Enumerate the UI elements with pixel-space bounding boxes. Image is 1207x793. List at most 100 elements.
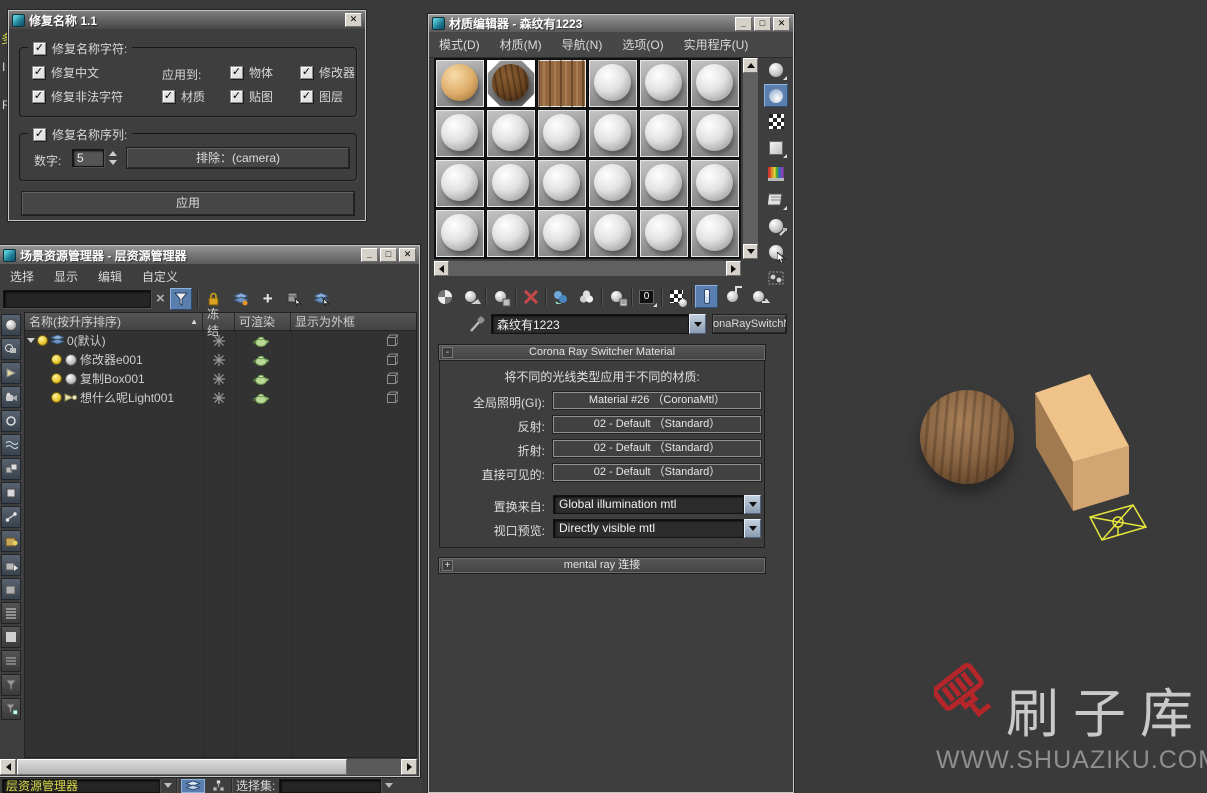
- filter-funnel-toggle-1[interactable]: [1, 674, 21, 696]
- slots-horizontal-scrollbar[interactable]: [434, 261, 741, 276]
- spinner-up-icon[interactable]: [109, 151, 117, 156]
- dropdown-arrow-button[interactable]: [744, 519, 761, 538]
- fix-sequence-checkbox[interactable]: ✓: [33, 128, 46, 141]
- sample-slot[interactable]: [690, 209, 740, 258]
- scroll-up-button[interactable]: [743, 58, 758, 73]
- viewport-preview-dropdown[interactable]: Directly visible mtl: [553, 519, 761, 538]
- node-name[interactable]: 想什么呢Light001: [80, 389, 174, 406]
- viewport-box-and-light[interactable]: [1020, 360, 1160, 545]
- get-material-button[interactable]: [433, 285, 456, 308]
- visibility-bulb-icon[interactable]: [37, 335, 48, 346]
- menu-customize[interactable]: 自定义: [142, 268, 178, 285]
- minimize-button[interactable]: _: [735, 17, 752, 31]
- display-containers-toggle[interactable]: [1, 530, 21, 552]
- dropdown-arrow-button[interactable]: [744, 495, 761, 514]
- display-shapes-toggle[interactable]: [1, 338, 21, 360]
- scrollbar-thumb[interactable]: [17, 759, 347, 775]
- maximize-button[interactable]: □: [380, 248, 397, 262]
- frozen-icon[interactable]: [213, 335, 225, 347]
- menu-utilities[interactable]: 实用程序(U): [684, 36, 749, 53]
- sample-slot[interactable]: [486, 209, 536, 258]
- node-name[interactable]: 复制Box001: [80, 370, 145, 387]
- frozen-icon[interactable]: [213, 373, 225, 385]
- add-to-layer-button[interactable]: +: [257, 288, 279, 310]
- layer-manager-button[interactable]: [181, 779, 205, 793]
- box-mode-icon[interactable]: [385, 353, 398, 366]
- sample-slot[interactable]: [486, 159, 536, 208]
- column-header-renderable[interactable]: 可渲染: [235, 313, 291, 330]
- scroll-right-button[interactable]: [726, 261, 741, 276]
- menu-navigation[interactable]: 导航(N): [562, 36, 603, 53]
- spinner-down-icon[interactable]: [109, 160, 117, 165]
- put-material-to-scene-button[interactable]: [459, 285, 482, 308]
- gi-material-button[interactable]: Material #26 （CoronaMtl）: [553, 392, 761, 409]
- material-name-dropdown[interactable]: 森纹有1223: [491, 314, 706, 334]
- column-header-box-mode[interactable]: 显示为外框: [291, 313, 416, 330]
- make-material-copy-button[interactable]: [549, 285, 572, 308]
- direct-visible-material-button[interactable]: 02 - Default （Standard）: [553, 464, 761, 481]
- visibility-bulb-icon[interactable]: [51, 373, 62, 384]
- expand-collapse-icon[interactable]: [27, 338, 35, 343]
- make-preview-button[interactable]: [764, 188, 788, 211]
- renderable-teapot-icon[interactable]: [253, 335, 269, 347]
- column-header-frozen[interactable]: 冻结: [203, 313, 235, 330]
- reset-map-button[interactable]: [519, 285, 542, 308]
- table-row[interactable]: 0(默认): [25, 331, 416, 350]
- selection-set-combo[interactable]: [279, 779, 381, 793]
- sample-slot[interactable]: [588, 109, 638, 158]
- sample-slot[interactable]: [639, 59, 689, 108]
- maximize-button[interactable]: □: [754, 17, 771, 31]
- collapse-icon[interactable]: -: [442, 347, 453, 358]
- show-map-in-viewport-button[interactable]: [665, 285, 688, 308]
- node-name[interactable]: 0(默认): [67, 332, 106, 349]
- sample-slot[interactable]: [588, 59, 638, 108]
- pick-material-eyedropper-icon[interactable]: [469, 315, 485, 333]
- fix-chinese-checkbox[interactable]: ✓: [32, 66, 45, 79]
- table-row[interactable]: 想什么呢Light001: [25, 388, 416, 407]
- go-to-parent-button[interactable]: [721, 285, 744, 308]
- display-geometry-toggle[interactable]: [1, 314, 21, 336]
- scroll-left-button[interactable]: [0, 759, 16, 775]
- frozen-icon[interactable]: [213, 354, 225, 366]
- sample-slot[interactable]: [537, 109, 587, 158]
- display-lights-toggle[interactable]: [1, 362, 21, 384]
- sample-slot[interactable]: [639, 109, 689, 158]
- sample-uv-tiling-button[interactable]: [764, 136, 788, 159]
- table-row[interactable]: 复制Box001: [25, 369, 416, 388]
- exclude-camera-button[interactable]: 排除：(camera): [126, 147, 350, 169]
- sample-slot[interactable]: [690, 159, 740, 208]
- expand-icon[interactable]: +: [442, 560, 453, 571]
- sample-slot[interactable]: [690, 59, 740, 108]
- minimize-button[interactable]: _: [361, 248, 378, 262]
- filter-funnel-toggle-2[interactable]: [1, 698, 21, 720]
- display-bones-toggle[interactable]: [1, 506, 21, 528]
- scroll-left-button[interactable]: [434, 261, 449, 276]
- visibility-bulb-icon[interactable]: [51, 392, 62, 403]
- close-button[interactable]: ✕: [345, 13, 362, 27]
- target-layer-checkbox[interactable]: ✓: [300, 90, 313, 103]
- sample-slot[interactable]: [690, 109, 740, 158]
- backlight-button[interactable]: [764, 84, 788, 107]
- layer-combo[interactable]: 层资源管理器: [2, 779, 160, 793]
- combo-arrow-icon[interactable]: [164, 783, 172, 788]
- box-mode-icon[interactable]: [385, 334, 398, 347]
- select-layer-objects-button[interactable]: [311, 288, 333, 310]
- renderable-teapot-icon[interactable]: [253, 373, 269, 385]
- target-modifier-checkbox[interactable]: ✓: [300, 66, 313, 79]
- menu-edit[interactable]: 编辑: [98, 268, 122, 285]
- material-id-channel-button[interactable]: 0: [635, 285, 658, 308]
- sample-slot[interactable]: [639, 159, 689, 208]
- sample-slot[interactable]: [537, 209, 587, 258]
- select-children-button[interactable]: [284, 288, 306, 310]
- menu-material[interactable]: 材质(M): [500, 36, 542, 53]
- mental-ray-rollout-header[interactable]: + mental ray 连接: [439, 558, 765, 573]
- viewport-wood-sphere[interactable]: [920, 390, 1014, 484]
- filter-button[interactable]: [170, 288, 192, 310]
- renderable-teapot-icon[interactable]: [253, 354, 269, 366]
- display-cameras-toggle[interactable]: [1, 386, 21, 408]
- video-color-check-button[interactable]: [764, 162, 788, 185]
- frozen-icon[interactable]: [213, 392, 225, 404]
- slots-vertical-scrollbar[interactable]: [743, 58, 758, 259]
- target-map-checkbox[interactable]: ✓: [230, 90, 243, 103]
- sample-slot[interactable]: [486, 109, 536, 158]
